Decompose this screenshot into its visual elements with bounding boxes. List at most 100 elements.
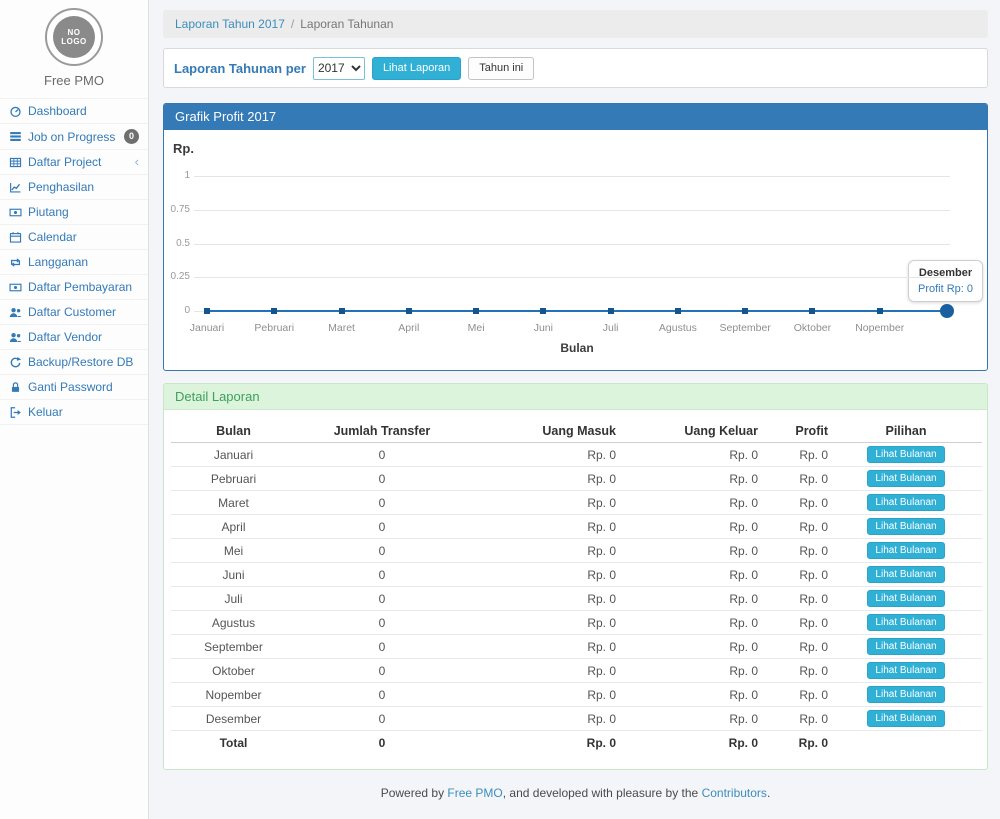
footer-contributors-link[interactable]: Contributors — [702, 786, 767, 800]
lihat-bulanan-button[interactable]: Lihat Bulanan — [867, 590, 944, 607]
breadcrumb-separator: / — [285, 17, 300, 31]
sidebar-item[interactable]: Dashboard — [0, 98, 148, 123]
cell-uang-masuk: Rp. 0 — [468, 635, 618, 659]
table-row: Desember 0 Rp. 0 Rp. 0 Rp. 0 Lihat Bulan… — [171, 707, 982, 731]
line-chart-icon — [9, 181, 22, 194]
x-tick-label: Juni — [510, 322, 576, 334]
cell-jumlah-transfer: 0 — [296, 515, 468, 539]
cell-uang-masuk: Rp. 0 — [468, 539, 618, 563]
total-profit: Rp. 0 — [760, 731, 830, 755]
sidebar-item[interactable]: Daftar Project ‹ — [0, 149, 148, 174]
table-row: Mei 0 Rp. 0 Rp. 0 Rp. 0 Lihat Bulanan — [171, 539, 982, 563]
cell-bulan: Oktober — [171, 659, 296, 683]
lihat-bulanan-button[interactable]: Lihat Bulanan — [867, 710, 944, 727]
x-tick-label: Juli — [578, 322, 644, 334]
main-content: Laporan Tahun 2017 / Laporan Tahunan Lap… — [149, 0, 1000, 819]
lihat-bulanan-button[interactable]: Lihat Bulanan — [867, 662, 944, 679]
lihat-bulanan-button[interactable]: Lihat Bulanan — [867, 446, 944, 463]
lihat-bulanan-button[interactable]: Lihat Bulanan — [867, 614, 944, 631]
sidebar-item-label: Daftar Customer — [28, 305, 116, 319]
total-label: Total — [171, 731, 296, 755]
cell-uang-keluar: Rp. 0 — [618, 659, 760, 683]
sidebar-item[interactable]: Calendar — [0, 224, 148, 249]
sidebar-item[interactable]: Piutang — [0, 199, 148, 224]
table-total-row: Total 0 Rp. 0 Rp. 0 Rp. 0 — [171, 731, 982, 755]
header-jumlah-transfer: Jumlah Transfer — [296, 420, 468, 443]
cell-bulan: Januari — [171, 443, 296, 467]
lihat-bulanan-button[interactable]: Lihat Bulanan — [867, 518, 944, 535]
sidebar-item[interactable]: Job on Progress 0 — [0, 123, 148, 149]
header-bulan: Bulan — [171, 420, 296, 443]
table-icon — [9, 156, 22, 169]
chart-panel-title: Grafik Profit 2017 — [164, 104, 987, 130]
sidebar-item-label: Calendar — [28, 230, 77, 244]
lihat-bulanan-button[interactable]: Lihat Bulanan — [867, 686, 944, 703]
cell-uang-keluar: Rp. 0 — [618, 515, 760, 539]
cell-bulan: Pebruari — [171, 467, 296, 491]
data-point-marker — [406, 308, 412, 314]
sidebar-item[interactable]: Ganti Password — [0, 374, 148, 399]
sidebar-item[interactable]: Backup/Restore DB — [0, 349, 148, 374]
profit-chart-panel: Grafik Profit 2017 Rp. Desember Profit R… — [163, 103, 988, 371]
total-uang-keluar: Rp. 0 — [618, 731, 760, 755]
lihat-bulanan-button[interactable]: Lihat Bulanan — [867, 494, 944, 511]
y-tick-label: 0.25 — [164, 271, 190, 282]
cell-uang-keluar: Rp. 0 — [618, 635, 760, 659]
cell-jumlah-transfer: 0 — [296, 587, 468, 611]
cell-profit: Rp. 0 — [760, 539, 830, 563]
sidebar-menu: Dashboard Job on Progress 0 Daftar Proje… — [0, 98, 148, 425]
lihat-bulanan-button[interactable]: Lihat Bulanan — [867, 638, 944, 655]
cell-uang-keluar: Rp. 0 — [618, 467, 760, 491]
lihat-bulanan-button[interactable]: Lihat Bulanan — [867, 542, 944, 559]
cell-uang-masuk: Rp. 0 — [468, 587, 618, 611]
lihat-laporan-button[interactable]: Lihat Laporan — [372, 57, 461, 80]
year-select[interactable]: 2017 — [313, 57, 365, 80]
sidebar-item[interactable]: Daftar Vendor — [0, 324, 148, 349]
footer-text-suffix: . — [767, 786, 770, 800]
table-row: Juni 0 Rp. 0 Rp. 0 Rp. 0 Lihat Bulanan — [171, 563, 982, 587]
cell-uang-masuk: Rp. 0 — [468, 515, 618, 539]
footer-brand-link[interactable]: Free PMO — [447, 786, 502, 800]
tahun-ini-button[interactable]: Tahun ini — [468, 57, 534, 80]
sidebar-item-label: Ganti Password — [28, 380, 113, 394]
chart-tooltip: Desember Profit Rp: 0 — [908, 260, 983, 302]
cell-jumlah-transfer: 0 — [296, 683, 468, 707]
cell-bulan: Maret — [171, 491, 296, 515]
lihat-bulanan-button[interactable]: Lihat Bulanan — [867, 566, 944, 583]
cell-profit: Rp. 0 — [760, 587, 830, 611]
cell-uang-masuk: Rp. 0 — [468, 563, 618, 587]
sidebar-item[interactable]: Keluar — [0, 399, 148, 425]
x-tick-label: Oktober — [779, 322, 845, 334]
x-tick-label: Agustus — [645, 322, 711, 334]
sidebar-item[interactable]: Langganan — [0, 249, 148, 274]
cell-profit: Rp. 0 — [760, 563, 830, 587]
cell-profit: Rp. 0 — [760, 635, 830, 659]
y-tick-label: 0.75 — [164, 204, 190, 215]
data-point-marker — [540, 308, 546, 314]
cell-jumlah-transfer: 0 — [296, 707, 468, 731]
table-row: September 0 Rp. 0 Rp. 0 Rp. 0 Lihat Bula… — [171, 635, 982, 659]
sidebar-item-label: Keluar — [28, 405, 63, 419]
cell-uang-masuk: Rp. 0 — [468, 683, 618, 707]
x-tick-label: September — [712, 322, 778, 334]
cell-uang-keluar: Rp. 0 — [618, 611, 760, 635]
sidebar-item[interactable]: Daftar Pembayaran — [0, 274, 148, 299]
x-tick-label: Nopember — [847, 322, 913, 334]
app-name: Free PMO — [0, 73, 148, 88]
no-logo-text: NO LOGO — [53, 16, 95, 58]
detail-report-panel: Detail Laporan Bulan Jumlah Transfer Uan… — [163, 383, 988, 770]
sidebar-item[interactable]: Daftar Customer — [0, 299, 148, 324]
breadcrumb-link[interactable]: Laporan Tahun 2017 — [175, 17, 285, 31]
data-point-marker — [742, 308, 748, 314]
sidebar-item-label: Dashboard — [28, 104, 87, 118]
calendar-icon — [9, 231, 22, 244]
data-point-marker — [204, 308, 210, 314]
total-uang-masuk: Rp. 0 — [468, 731, 618, 755]
sidebar-item[interactable]: Penghasilan — [0, 174, 148, 199]
lihat-bulanan-button[interactable]: Lihat Bulanan — [867, 470, 944, 487]
sidebar-item-label: Daftar Vendor — [28, 330, 102, 344]
data-point-marker — [877, 308, 883, 314]
logo-line1: NO — [68, 28, 81, 37]
data-point-marker — [339, 308, 345, 314]
cell-profit: Rp. 0 — [760, 515, 830, 539]
